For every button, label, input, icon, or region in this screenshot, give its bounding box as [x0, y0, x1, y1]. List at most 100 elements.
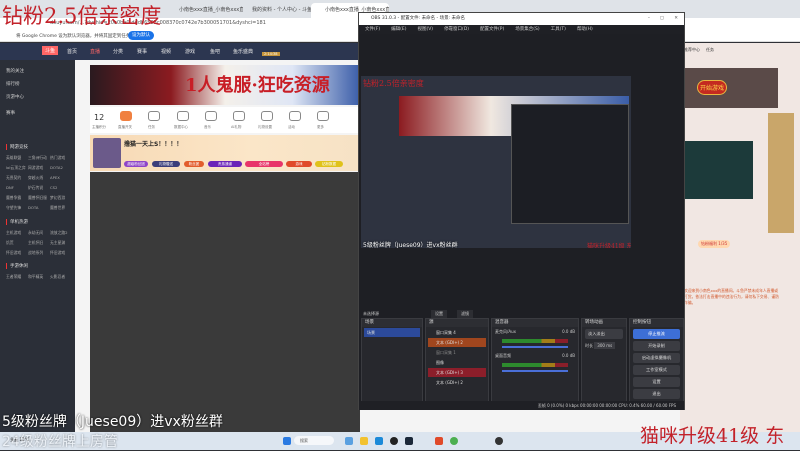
- sidebar-link[interactable]: 饥荒: [6, 240, 28, 246]
- filters-button[interactable]: 滤镜: [457, 310, 473, 318]
- sidebar-link[interactable]: 三角洲行动: [28, 155, 50, 161]
- source-item[interactable]: 文本 (GDI+) 2: [428, 338, 486, 347]
- tool-label[interactable]: 任务: [148, 125, 155, 130]
- source-item[interactable]: 窗口采集 4: [428, 328, 486, 337]
- duration-input[interactable]: 300 ms: [594, 342, 616, 349]
- task-icon[interactable]: [148, 111, 160, 121]
- sidebar-link[interactable]: DOTA: [28, 205, 50, 211]
- sidebar-item-events[interactable]: 赛事: [6, 110, 15, 116]
- tool-label[interactable]: 活动: [288, 125, 295, 130]
- nav-category[interactable]: 分类: [113, 48, 123, 55]
- volume-slider[interactable]: [502, 370, 568, 372]
- activity-icon[interactable]: [289, 111, 301, 121]
- sidebar-link[interactable]: 守望先锋: [6, 205, 28, 211]
- start-game-button[interactable]: 开始游戏: [697, 80, 728, 95]
- side-activity-banners[interactable]: [768, 113, 794, 233]
- tag-pill[interactable]: 游戏: [286, 161, 312, 167]
- menu-docks[interactable]: 停靠窗口(D): [444, 27, 469, 32]
- tag-pill[interactable]: 钻粉数据: [315, 161, 343, 167]
- gift-settings-icon[interactable]: [261, 111, 273, 121]
- menu-edit[interactable]: 编辑(E): [391, 27, 406, 32]
- sidebar-link[interactable]: 战地系列: [28, 250, 50, 256]
- sidebar-link[interactable]: 王者荣耀: [6, 274, 28, 280]
- sidebar-link[interactable]: 和平精英: [28, 274, 50, 280]
- nav-events[interactable]: 赛事: [137, 48, 147, 55]
- streamer-avatar[interactable]: [93, 138, 121, 168]
- sidebar-link[interactable]: 热门游戏: [50, 155, 72, 161]
- tool-label[interactable]: AI礼物: [231, 125, 241, 130]
- sidebar-link[interactable]: 魔兽世界: [50, 205, 72, 211]
- nav-games[interactable]: 游戏: [185, 48, 195, 55]
- gift-icon[interactable]: [233, 111, 245, 121]
- transition-select[interactable]: 淡入淡出: [585, 329, 623, 339]
- source-item[interactable]: 图像: [428, 358, 486, 367]
- sidebar-link[interactable]: 魔兽争霸: [6, 195, 28, 201]
- sidebar-link[interactable]: 主机怀旧: [28, 240, 50, 246]
- obs-icon[interactable]: [495, 437, 503, 445]
- studio-mode-button[interactable]: 工作室模式: [633, 365, 680, 375]
- music-icon[interactable]: [205, 111, 217, 121]
- minimize-icon[interactable]: –: [648, 13, 650, 25]
- nav-home[interactable]: 首页: [67, 48, 77, 55]
- menu-tools[interactable]: 工具(T): [551, 27, 566, 32]
- menu-scene-collection[interactable]: 场景集合(S): [515, 27, 539, 32]
- scene-item[interactable]: 场景: [364, 328, 420, 337]
- nav-live[interactable]: 直播: [90, 48, 100, 55]
- obs-icon[interactable]: [390, 437, 398, 445]
- browser-tab[interactable]: 小南色xxx直播_小南色xxx直播: [165, 3, 243, 18]
- volume-slider[interactable]: [502, 346, 568, 348]
- app-icon[interactable]: [345, 437, 353, 445]
- sidebar-link[interactable]: 无主星渊: [50, 240, 72, 246]
- steam-icon[interactable]: [405, 437, 413, 445]
- sidebar-link[interactable]: DOTA2: [50, 165, 72, 171]
- sidebar-link[interactable]: 炉石传说: [28, 185, 50, 191]
- start-recording-button[interactable]: 开始录制: [633, 341, 680, 351]
- sidebar-link[interactable]: 穿越火线: [28, 175, 50, 181]
- sidebar-link[interactable]: lol云顶之弈: [6, 165, 28, 171]
- banner-ad[interactable]: 1人鬼服·狂吃资源: [90, 65, 360, 105]
- tag-pill[interactable]: 粉丝团: [184, 161, 204, 167]
- menu-view[interactable]: 视图(V): [417, 27, 433, 32]
- sidebar-link[interactable]: 永劫无间: [28, 230, 50, 236]
- exit-button[interactable]: 退出: [633, 389, 680, 399]
- tool-label[interactable]: 更多: [317, 125, 324, 130]
- recommend-link[interactable]: 推荐中心: [684, 47, 700, 53]
- edge-icon[interactable]: [375, 437, 383, 445]
- tag-pill[interactable]: 超级粉丝团: [124, 161, 148, 167]
- sidebar-link[interactable]: 网游游戏: [28, 165, 50, 171]
- douyu-logo[interactable]: 斗鱼: [42, 46, 59, 55]
- source-item[interactable]: 窗口采集 1: [428, 348, 486, 357]
- menu-help[interactable]: 帮助(H): [577, 27, 593, 32]
- tool-label[interactable]: 直播开关: [118, 125, 132, 130]
- fan-badge[interactable]: 钻粉福利 1/35: [698, 240, 731, 248]
- more-icon[interactable]: [317, 111, 329, 121]
- nav-festival[interactable]: 鱼乐盛典: [233, 48, 253, 55]
- sidebar-link[interactable]: 流放之路2: [50, 230, 72, 236]
- maximize-icon[interactable]: ▢: [660, 13, 664, 25]
- nav-yuba[interactable]: 鱼吧: [210, 48, 220, 55]
- settings-button[interactable]: 设置: [633, 377, 680, 387]
- sidebar-link[interactable]: APEX: [50, 175, 72, 181]
- sidebar-link[interactable]: 魔兽怀旧服: [28, 195, 50, 201]
- sidebar-item-follow[interactable]: 我的关注: [6, 68, 24, 74]
- live-toggle-icon[interactable]: [120, 111, 132, 121]
- sidebar-link[interactable]: 主机游戏: [6, 230, 28, 236]
- source-item[interactable]: 文本 (GDI+) 2: [428, 378, 486, 387]
- start-icon[interactable]: [283, 437, 291, 445]
- task-link[interactable]: 任务: [706, 47, 714, 53]
- settings-button[interactable]: 设置: [431, 310, 447, 318]
- sidebar-section-title[interactable]: 单机热游: [6, 219, 28, 225]
- stop-streaming-button[interactable]: 停止推流: [633, 329, 680, 339]
- close-icon[interactable]: ✕: [674, 13, 678, 25]
- tool-label[interactable]: 音乐: [204, 125, 211, 130]
- sidebar-link[interactable]: 英雄联盟: [6, 155, 28, 161]
- app-icon[interactable]: [435, 437, 443, 445]
- tool-label[interactable]: 主播积分: [92, 125, 106, 130]
- sidebar-link[interactable]: CS2: [50, 185, 72, 191]
- sidebar-section-title[interactable]: 手游休闲: [6, 263, 28, 269]
- sidebar-item-games[interactable]: 页游中心: [6, 94, 24, 100]
- obs-preview[interactable]: 钻粉2.5倍亲密度 5级粉丝牌（Juese09）进vx粉丝群 猫咪升级41级 东: [361, 76, 631, 248]
- data-center-icon[interactable]: [177, 111, 189, 121]
- tag-pill[interactable]: 全站榜: [245, 161, 283, 167]
- video-player[interactable]: [90, 172, 360, 432]
